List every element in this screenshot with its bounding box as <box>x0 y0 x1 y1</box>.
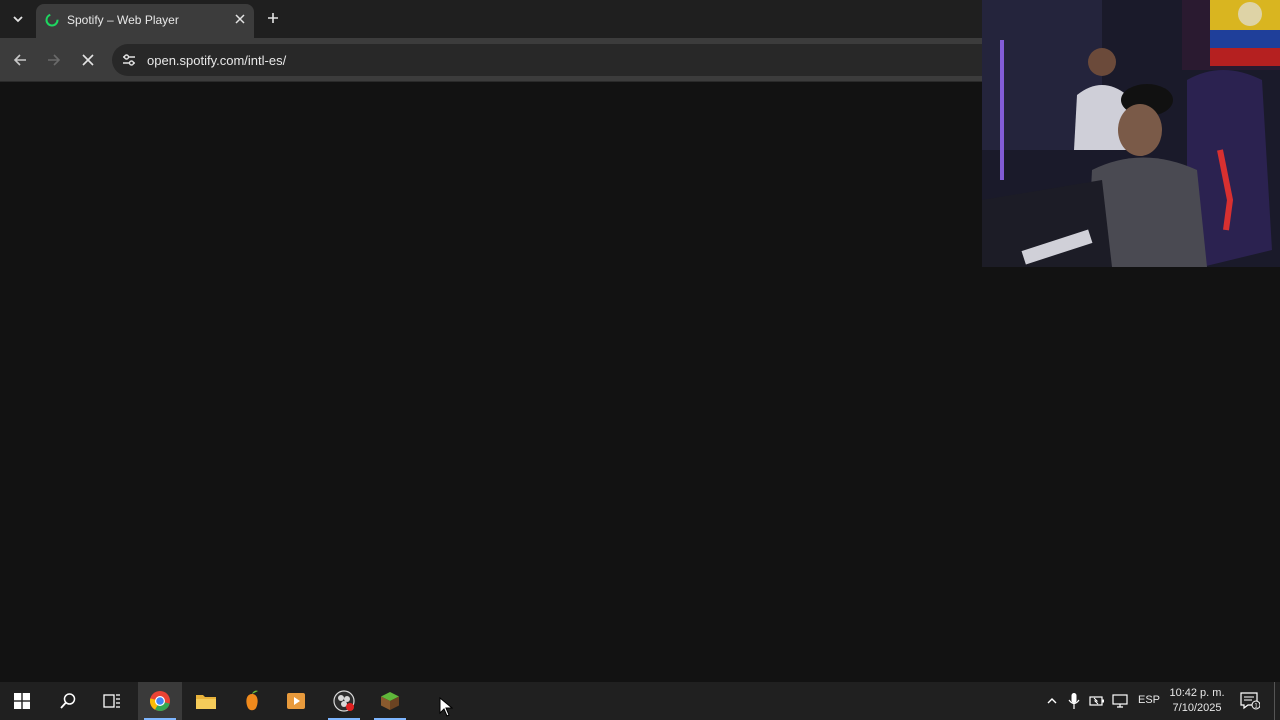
search-button[interactable] <box>46 682 90 720</box>
network-icon <box>1112 694 1128 708</box>
taskbar-app-chrome[interactable] <box>138 682 182 720</box>
clock-time: 10:42 p. m. <box>1169 687 1225 699</box>
webcam-feed <box>982 0 1280 267</box>
loading-spinner-icon <box>45 13 59 27</box>
forward-button[interactable] <box>42 48 66 72</box>
address-bar[interactable]: open.spotify.com/intl-es/ <box>112 44 1012 76</box>
tab-close-button[interactable] <box>231 10 249 28</box>
fruit-icon <box>246 690 258 711</box>
windows-logo-icon <box>14 693 30 709</box>
search-icon <box>60 693 76 709</box>
mouse-cursor-icon <box>439 697 453 717</box>
taskbar-app-fl-studio[interactable] <box>230 682 274 720</box>
task-view-icon <box>103 694 120 708</box>
tab-spotify[interactable]: Spotify – Web Player <box>36 4 254 38</box>
arrow-right-icon <box>48 54 61 66</box>
tune-icon <box>123 54 135 66</box>
microphone-button[interactable] <box>1064 691 1084 711</box>
back-button[interactable] <box>8 48 32 72</box>
new-tab-button[interactable] <box>262 7 284 29</box>
minecraft-block-icon <box>381 692 399 710</box>
notification-icon: 1 <box>1240 692 1260 710</box>
stop-loading-button[interactable] <box>76 48 100 72</box>
microphone-icon <box>1068 693 1080 709</box>
plus-icon <box>268 13 278 23</box>
taskbar-app-minecraft[interactable] <box>368 682 412 720</box>
url-text[interactable]: open.spotify.com/intl-es/ <box>147 53 286 68</box>
tray-overflow-button[interactable] <box>1042 691 1062 711</box>
start-button[interactable] <box>0 682 44 720</box>
chevron-up-icon <box>1047 698 1057 704</box>
chevron-down-icon <box>13 16 23 23</box>
power-icon <box>1089 696 1104 706</box>
media-player-icon <box>287 693 305 709</box>
taskbar-app-file-explorer[interactable] <box>184 682 228 720</box>
obs-icon <box>333 690 355 712</box>
tab-title: Spotify – Web Player <box>67 13 179 27</box>
show-desktop-button[interactable] <box>1274 682 1280 720</box>
network-button[interactable] <box>1110 691 1130 711</box>
webcam-overlay <box>982 0 1280 267</box>
taskbar-app-media-player[interactable] <box>274 682 318 720</box>
clock-date: 7/10/2025 <box>1172 702 1222 714</box>
task-view-button[interactable] <box>90 682 134 720</box>
chrome-icon <box>149 691 170 712</box>
notification-center-button[interactable]: 1 <box>1238 690 1262 712</box>
taskbar-app-obs[interactable] <box>322 682 366 720</box>
input-language[interactable]: ESP <box>1138 694 1160 706</box>
site-info-button[interactable] <box>120 51 138 69</box>
tab-search-button[interactable] <box>6 7 30 31</box>
clock[interactable]: 10:42 p. m. 7/10/2025 <box>1166 686 1228 716</box>
arrow-left-icon <box>13 54 26 66</box>
folder-icon <box>196 695 216 709</box>
taskbar: ESP 10:42 p. m. 7/10/2025 1 <box>0 682 1280 720</box>
close-icon <box>82 54 94 66</box>
close-icon <box>235 14 245 24</box>
power-button[interactable] <box>1087 691 1107 711</box>
